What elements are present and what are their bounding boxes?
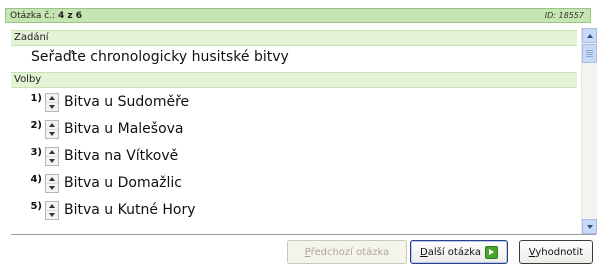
question-counter-value: 4 z 6 bbox=[58, 10, 83, 21]
order-spinner-icon[interactable] bbox=[45, 147, 59, 166]
vertical-scrollbar[interactable] bbox=[581, 28, 597, 234]
choices-section-header: Volby bbox=[11, 72, 577, 88]
move-up-button[interactable] bbox=[46, 148, 58, 156]
choice-number: 3) bbox=[30, 147, 42, 158]
scroll-down-arrow-icon[interactable] bbox=[582, 219, 597, 234]
move-down-button[interactable] bbox=[46, 129, 58, 138]
green-arrow-right-icon bbox=[484, 245, 498, 259]
order-spinner-icon[interactable] bbox=[45, 120, 59, 139]
choice-item: 5) Bitva u Kutné Hory bbox=[11, 200, 196, 222]
choice-label: Bitva u Domažlic bbox=[64, 175, 183, 191]
move-up-button[interactable] bbox=[46, 121, 58, 129]
choice-item: 4) Bitva u Domažlic bbox=[11, 173, 182, 195]
previous-question-label: Předchozí otázka bbox=[304, 246, 390, 258]
scrollbar-thumb[interactable] bbox=[582, 44, 597, 63]
choice-number: 4) bbox=[30, 174, 42, 185]
evaluate-button[interactable]: Vyhodnotit bbox=[519, 240, 593, 264]
evaluate-label: Vyhodnotit bbox=[528, 246, 584, 258]
choice-number: 1) bbox=[30, 93, 42, 104]
content-divider bbox=[11, 234, 596, 235]
question-text: Seřaďte chronologicky husitské bitvy bbox=[31, 49, 289, 65]
choice-label: Bitva u Sudoměře bbox=[64, 94, 190, 110]
choice-item: 1) Bitva u Sudoměře bbox=[11, 92, 189, 114]
order-spinner-icon[interactable] bbox=[45, 174, 59, 193]
move-up-button[interactable] bbox=[46, 202, 58, 210]
choice-number: 5) bbox=[30, 201, 42, 212]
next-question-label: Další otázka bbox=[420, 246, 481, 258]
move-up-button[interactable] bbox=[46, 94, 58, 102]
choice-item: 2) Bitva u Malešova bbox=[11, 119, 184, 141]
question-id: ID: 18557 bbox=[544, 11, 584, 20]
move-down-button[interactable] bbox=[46, 183, 58, 192]
move-up-button[interactable] bbox=[46, 175, 58, 183]
previous-question-button[interactable]: Předchozí otázka bbox=[287, 240, 407, 264]
choice-label: Bitva u Kutné Hory bbox=[64, 202, 196, 218]
order-spinner-icon[interactable] bbox=[45, 201, 59, 220]
choice-number: 2) bbox=[30, 120, 42, 131]
order-spinner-icon[interactable] bbox=[45, 93, 59, 112]
question-counter-label: Otázka č.: bbox=[10, 10, 56, 21]
move-down-button[interactable] bbox=[46, 156, 58, 165]
move-down-button[interactable] bbox=[46, 102, 58, 111]
choice-item: 3) Bitva na Vítkově bbox=[11, 146, 178, 168]
scroll-up-arrow-icon[interactable] bbox=[582, 28, 597, 43]
choice-label: Bitva u Malešova bbox=[64, 121, 184, 137]
next-question-button[interactable]: Další otázka bbox=[410, 240, 508, 264]
choice-label: Bitva na Vítkově bbox=[64, 148, 179, 164]
question-counter: Otázka č.: 4 z 6 bbox=[6, 11, 82, 21]
move-down-button[interactable] bbox=[46, 210, 58, 219]
question-header-bar: Otázka č.: 4 z 6 ID: 18557 bbox=[5, 8, 591, 23]
assignment-section-header: Zadání bbox=[11, 30, 577, 46]
question-content: Zadání Seřaďte chronologicky husitské bi… bbox=[11, 28, 596, 236]
